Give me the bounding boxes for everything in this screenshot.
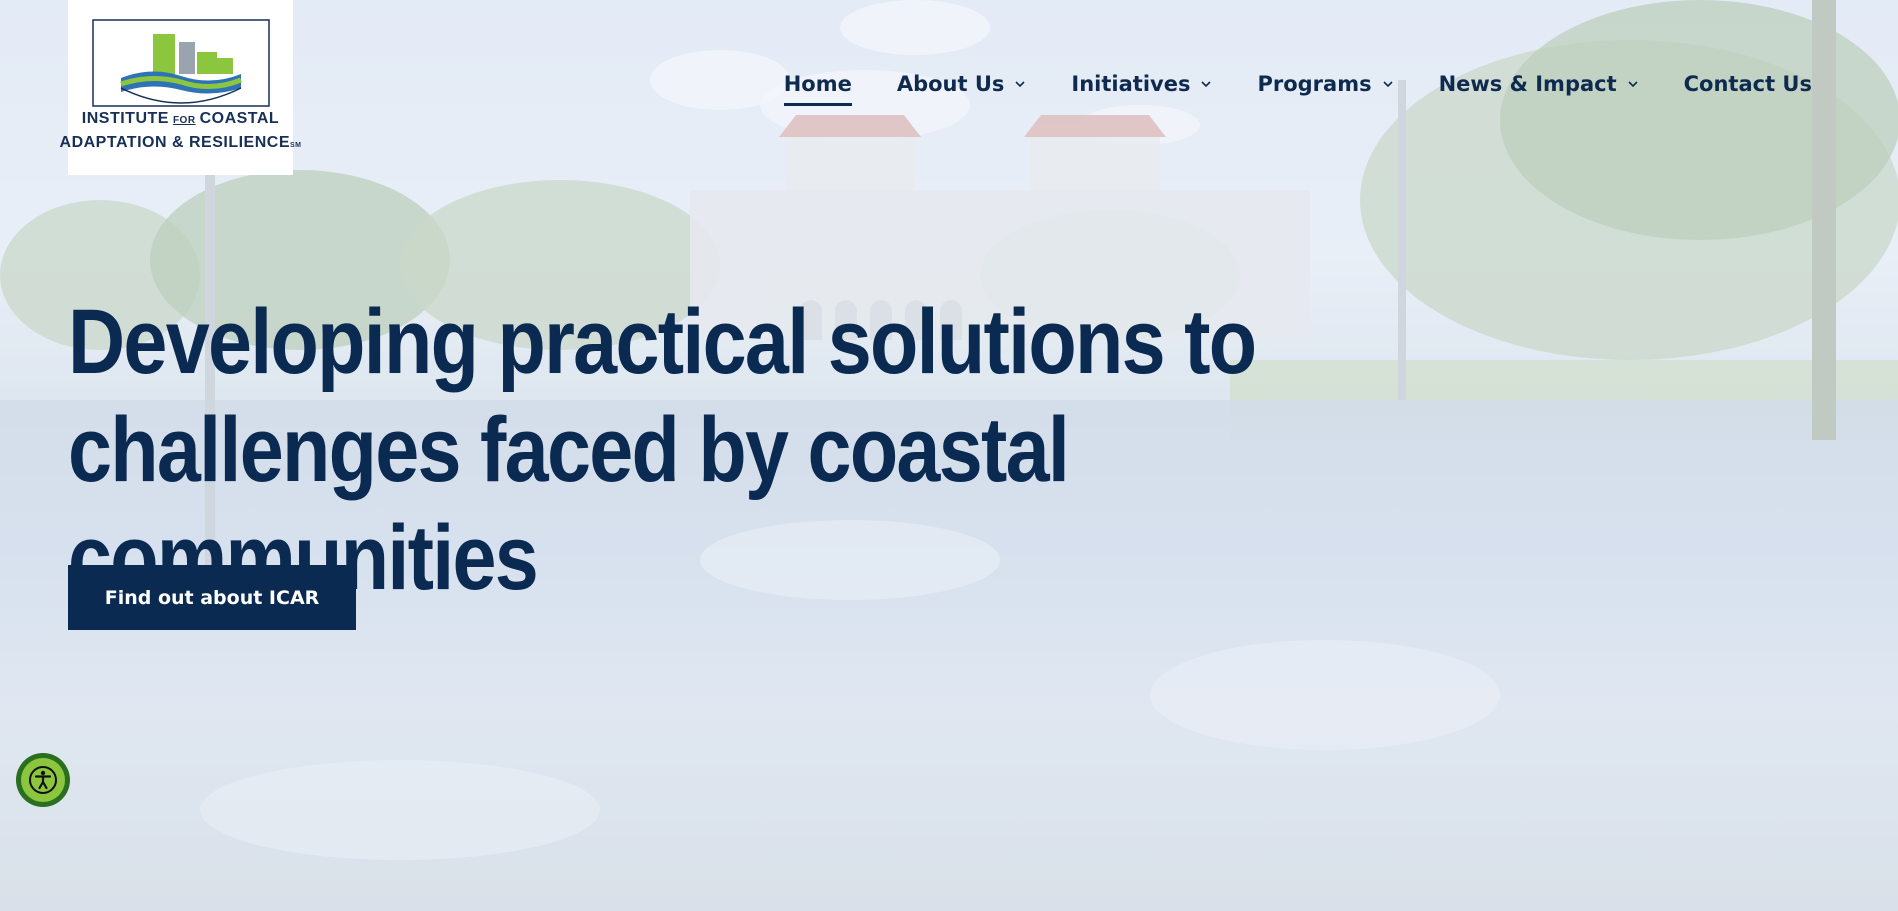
nav-item-news-impact[interactable]: News & Impact — [1439, 72, 1639, 96]
nav-item-label: Home — [783, 72, 852, 96]
hero-headline: Developing practical solutions to challe… — [68, 288, 1444, 612]
accessibility-button[interactable] — [16, 753, 70, 807]
hero-section: INSTITUTE FOR COASTAL ADAPTATION & RESILIE… — [0, 0, 1898, 911]
logo-emblem-icon — [91, 19, 270, 107]
accessibility-icon — [29, 766, 57, 794]
logo-text-line1: INSTITUTE FOR COASTAL — [81, 110, 280, 127]
main-navigation: Home About Us Initiatives Programs News … — [783, 72, 1812, 106]
hero-headline-line1: Developing practical solutions to — [68, 291, 1257, 393]
find-out-about-icar-button[interactable]: Find out about ICAR — [68, 565, 356, 630]
chevron-down-icon — [1201, 81, 1212, 88]
nav-item-label: About Us — [896, 72, 1005, 96]
site-logo[interactable]: INSTITUTE FOR COASTAL ADAPTATION & RESILIE… — [60, 0, 301, 175]
chevron-down-icon — [1628, 81, 1638, 88]
chevron-down-icon — [1383, 81, 1393, 88]
nav-item-label: News & Impact — [1438, 72, 1617, 96]
nav-item-initiatives[interactable]: Initiatives — [1071, 72, 1212, 96]
nav-item-contact-us[interactable]: Contact Us — [1684, 72, 1812, 96]
nav-item-about-us[interactable]: About Us — [897, 72, 1027, 96]
nav-item-label: Programs — [1257, 72, 1372, 96]
logo-text-line2: ADAPTATION & RESILIENCESM — [59, 134, 302, 151]
accessibility-button-inner — [21, 758, 65, 802]
chevron-down-icon — [1015, 81, 1025, 88]
nav-item-home[interactable]: Home — [783, 72, 852, 106]
nav-item-label: Initiatives — [1071, 72, 1191, 96]
nav-item-programs[interactable]: Programs — [1257, 72, 1393, 96]
nav-item-label: Contact Us — [1683, 72, 1812, 96]
